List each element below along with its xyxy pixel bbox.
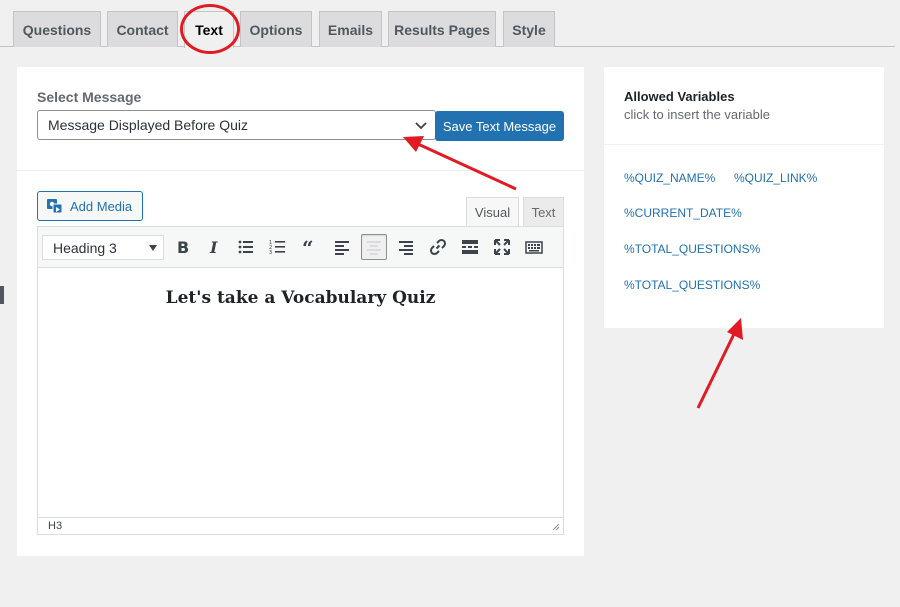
allowed-variables-panel: Allowed Variables click to insert the va… — [604, 67, 884, 328]
align-right-icon — [399, 241, 413, 255]
allowed-variables-title: Allowed Variables — [624, 89, 735, 104]
read-more-button[interactable] — [457, 234, 483, 260]
editor-toolbar: Heading 3 B I 1 2 3 “ — [38, 227, 563, 268]
numbered-list-button[interactable]: 1 2 3 — [265, 234, 291, 260]
message-select-value: Message Displayed Before Quiz — [48, 117, 248, 133]
bullet-list-icon — [238, 240, 253, 254]
read-more-icon — [462, 240, 478, 254]
variable-quiz-link[interactable]: %QUIZ_LINK% — [734, 171, 817, 185]
svg-text:B: B — [177, 238, 189, 256]
editor-content-heading[interactable]: Let's take a Vocabulary Quiz — [38, 288, 563, 308]
tab-contact[interactable]: Contact — [107, 11, 178, 47]
align-center-button[interactable] — [361, 234, 387, 260]
select-message-label: Select Message — [37, 89, 142, 105]
variable-total-questions[interactable]: %TOTAL_QUESTIONS% — [624, 242, 760, 256]
tab-emails[interactable]: Emails — [319, 11, 382, 47]
tab-questions[interactable]: Questions — [13, 11, 101, 47]
align-center-icon — [367, 241, 381, 255]
format-select-value: Heading 3 — [53, 239, 117, 256]
editor-statusbar: H3 — [38, 517, 563, 534]
variable-quiz-name[interactable]: %QUIZ_NAME% — [624, 171, 715, 185]
align-left-button[interactable] — [329, 234, 355, 260]
format-select[interactable]: Heading 3 — [42, 235, 164, 260]
link-button[interactable] — [425, 234, 451, 260]
variable-current-date[interactable]: %CURRENT_DATE% — [624, 206, 742, 220]
divider — [17, 170, 584, 171]
tab-text-mode[interactable]: Text — [523, 197, 564, 226]
bullet-list-button[interactable] — [233, 234, 259, 260]
italic-icon: I — [209, 238, 218, 256]
message-panel: Select Message Message Displayed Before … — [17, 67, 584, 556]
bold-icon: B — [177, 238, 189, 256]
tab-text[interactable]: Text — [184, 11, 234, 48]
italic-button[interactable]: I — [201, 234, 227, 260]
arrow-to-variables — [696, 318, 743, 409]
svg-text:I: I — [209, 238, 218, 256]
save-text-message-button[interactable]: Save Text Message — [435, 111, 564, 141]
toolbar-toggle-button[interactable] — [521, 234, 547, 260]
allowed-variables-subtitle: click to insert the variable — [624, 107, 770, 122]
keyboard-icon — [525, 241, 543, 254]
media-icon — [47, 199, 63, 214]
variable-total-questions-2[interactable]: %TOTAL_QUESTIONS% — [624, 278, 760, 292]
caret-down-icon — [149, 245, 157, 251]
add-media-button[interactable]: Add Media — [37, 191, 143, 221]
blockquote-icon: “ — [302, 238, 314, 256]
edge-handle — [0, 286, 4, 304]
svg-text:3: 3 — [269, 250, 272, 256]
numbered-list-icon: 1 2 3 — [269, 240, 285, 256]
element-path[interactable]: H3 — [48, 520, 62, 532]
fullscreen-button[interactable] — [489, 234, 515, 260]
blockquote-button[interactable]: “ — [297, 234, 323, 260]
tab-results-pages[interactable]: Results Pages — [388, 11, 496, 47]
add-media-label: Add Media — [70, 198, 133, 214]
divider — [604, 144, 884, 145]
link-icon — [429, 238, 447, 256]
resize-handle-icon[interactable] — [551, 522, 560, 531]
tab-options[interactable]: Options — [240, 11, 312, 47]
chevron-down-icon — [415, 122, 427, 130]
align-left-icon — [335, 241, 349, 255]
tab-bar: Questions Contact Text Options Emails Re… — [0, 0, 895, 48]
tab-style[interactable]: Style — [503, 11, 555, 47]
bold-button[interactable]: B — [169, 234, 195, 260]
align-right-button[interactable] — [393, 234, 419, 260]
rich-text-editor: Heading 3 B I 1 2 3 “ Let's take a Vocab… — [37, 226, 564, 535]
tab-visual[interactable]: Visual — [466, 197, 519, 226]
svg-text:“: “ — [302, 238, 314, 256]
fullscreen-icon — [494, 239, 510, 255]
message-select[interactable]: Message Displayed Before Quiz — [37, 110, 436, 140]
